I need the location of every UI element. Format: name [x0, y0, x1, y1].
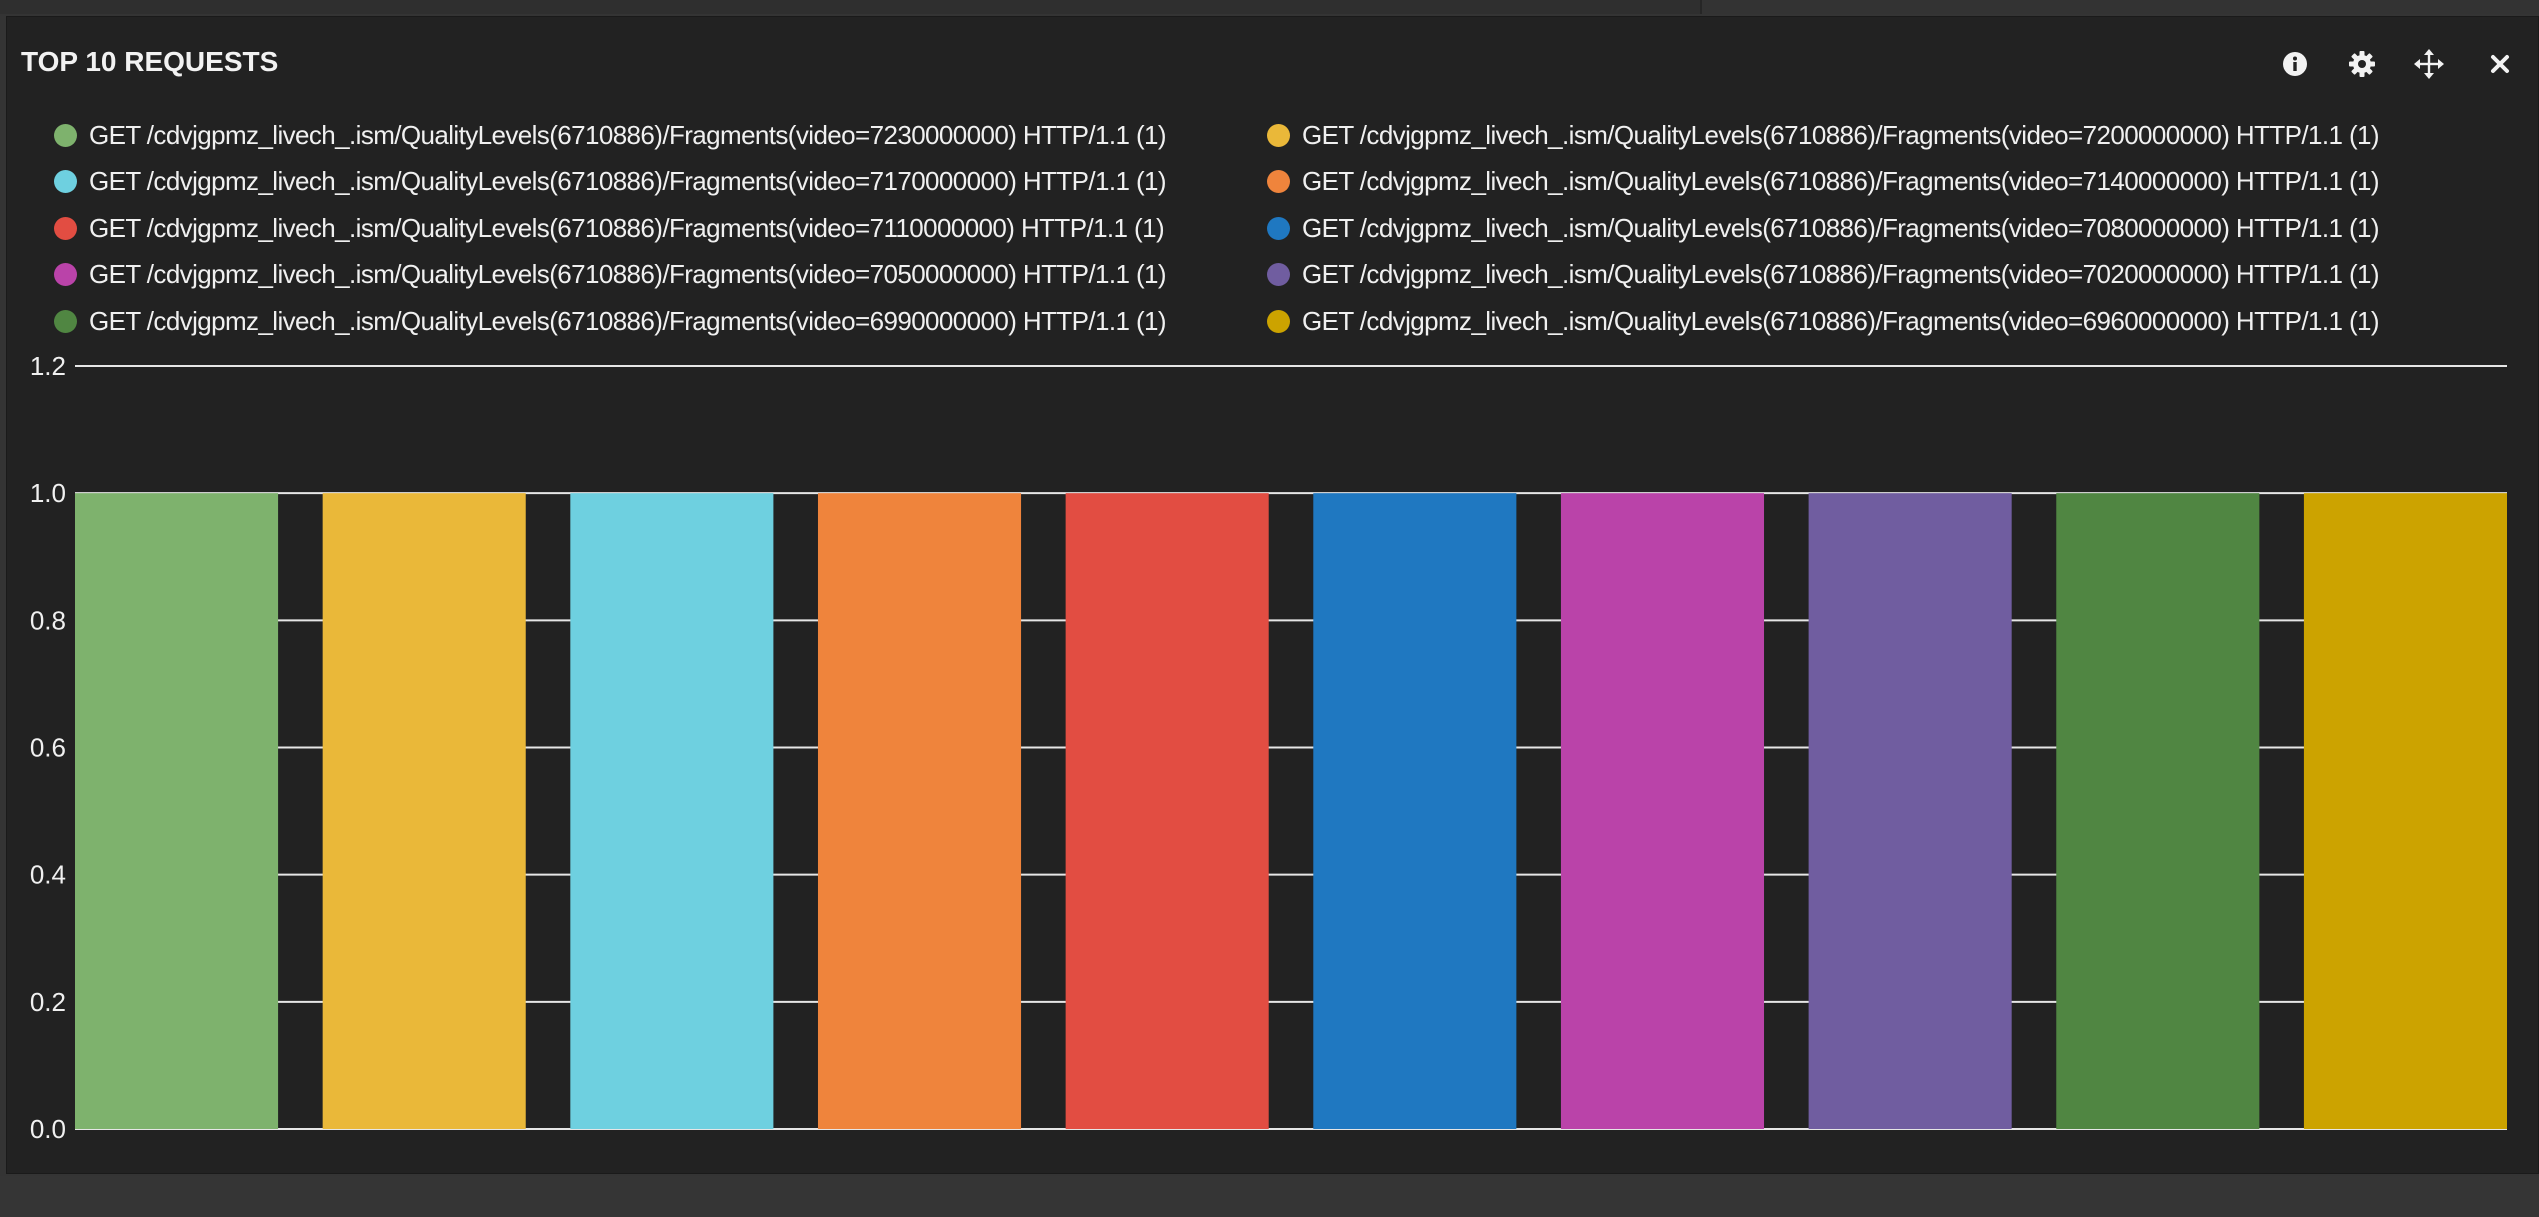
bar[interactable] [2056, 493, 2260, 1130]
bar[interactable] [2303, 493, 2507, 1130]
bar[interactable] [1560, 493, 1765, 1130]
bar[interactable] [570, 493, 774, 1130]
bar[interactable] [817, 493, 1022, 1130]
bar[interactable] [1313, 493, 1517, 1130]
bar[interactable] [322, 493, 526, 1130]
y-tick-label: 0.6 [30, 733, 66, 763]
bottom-strip [0, 1176, 2539, 1217]
y-tick-label: 0.2 [30, 987, 66, 1017]
y-tick-label: 0.4 [30, 860, 66, 890]
bar[interactable] [75, 493, 279, 1130]
bar[interactable] [1065, 493, 1269, 1130]
y-tick-label: 1.0 [30, 478, 66, 508]
bar[interactable] [1808, 493, 2012, 1130]
bar-chart: 0.0 0.2 0.4 0.6 0.8 1.0 1.2 [30, 351, 2507, 1144]
y-tick-label: 0.0 [30, 1114, 66, 1144]
y-tick-label: 0.8 [30, 605, 66, 635]
y-tick-label: 1.2 [30, 351, 66, 381]
